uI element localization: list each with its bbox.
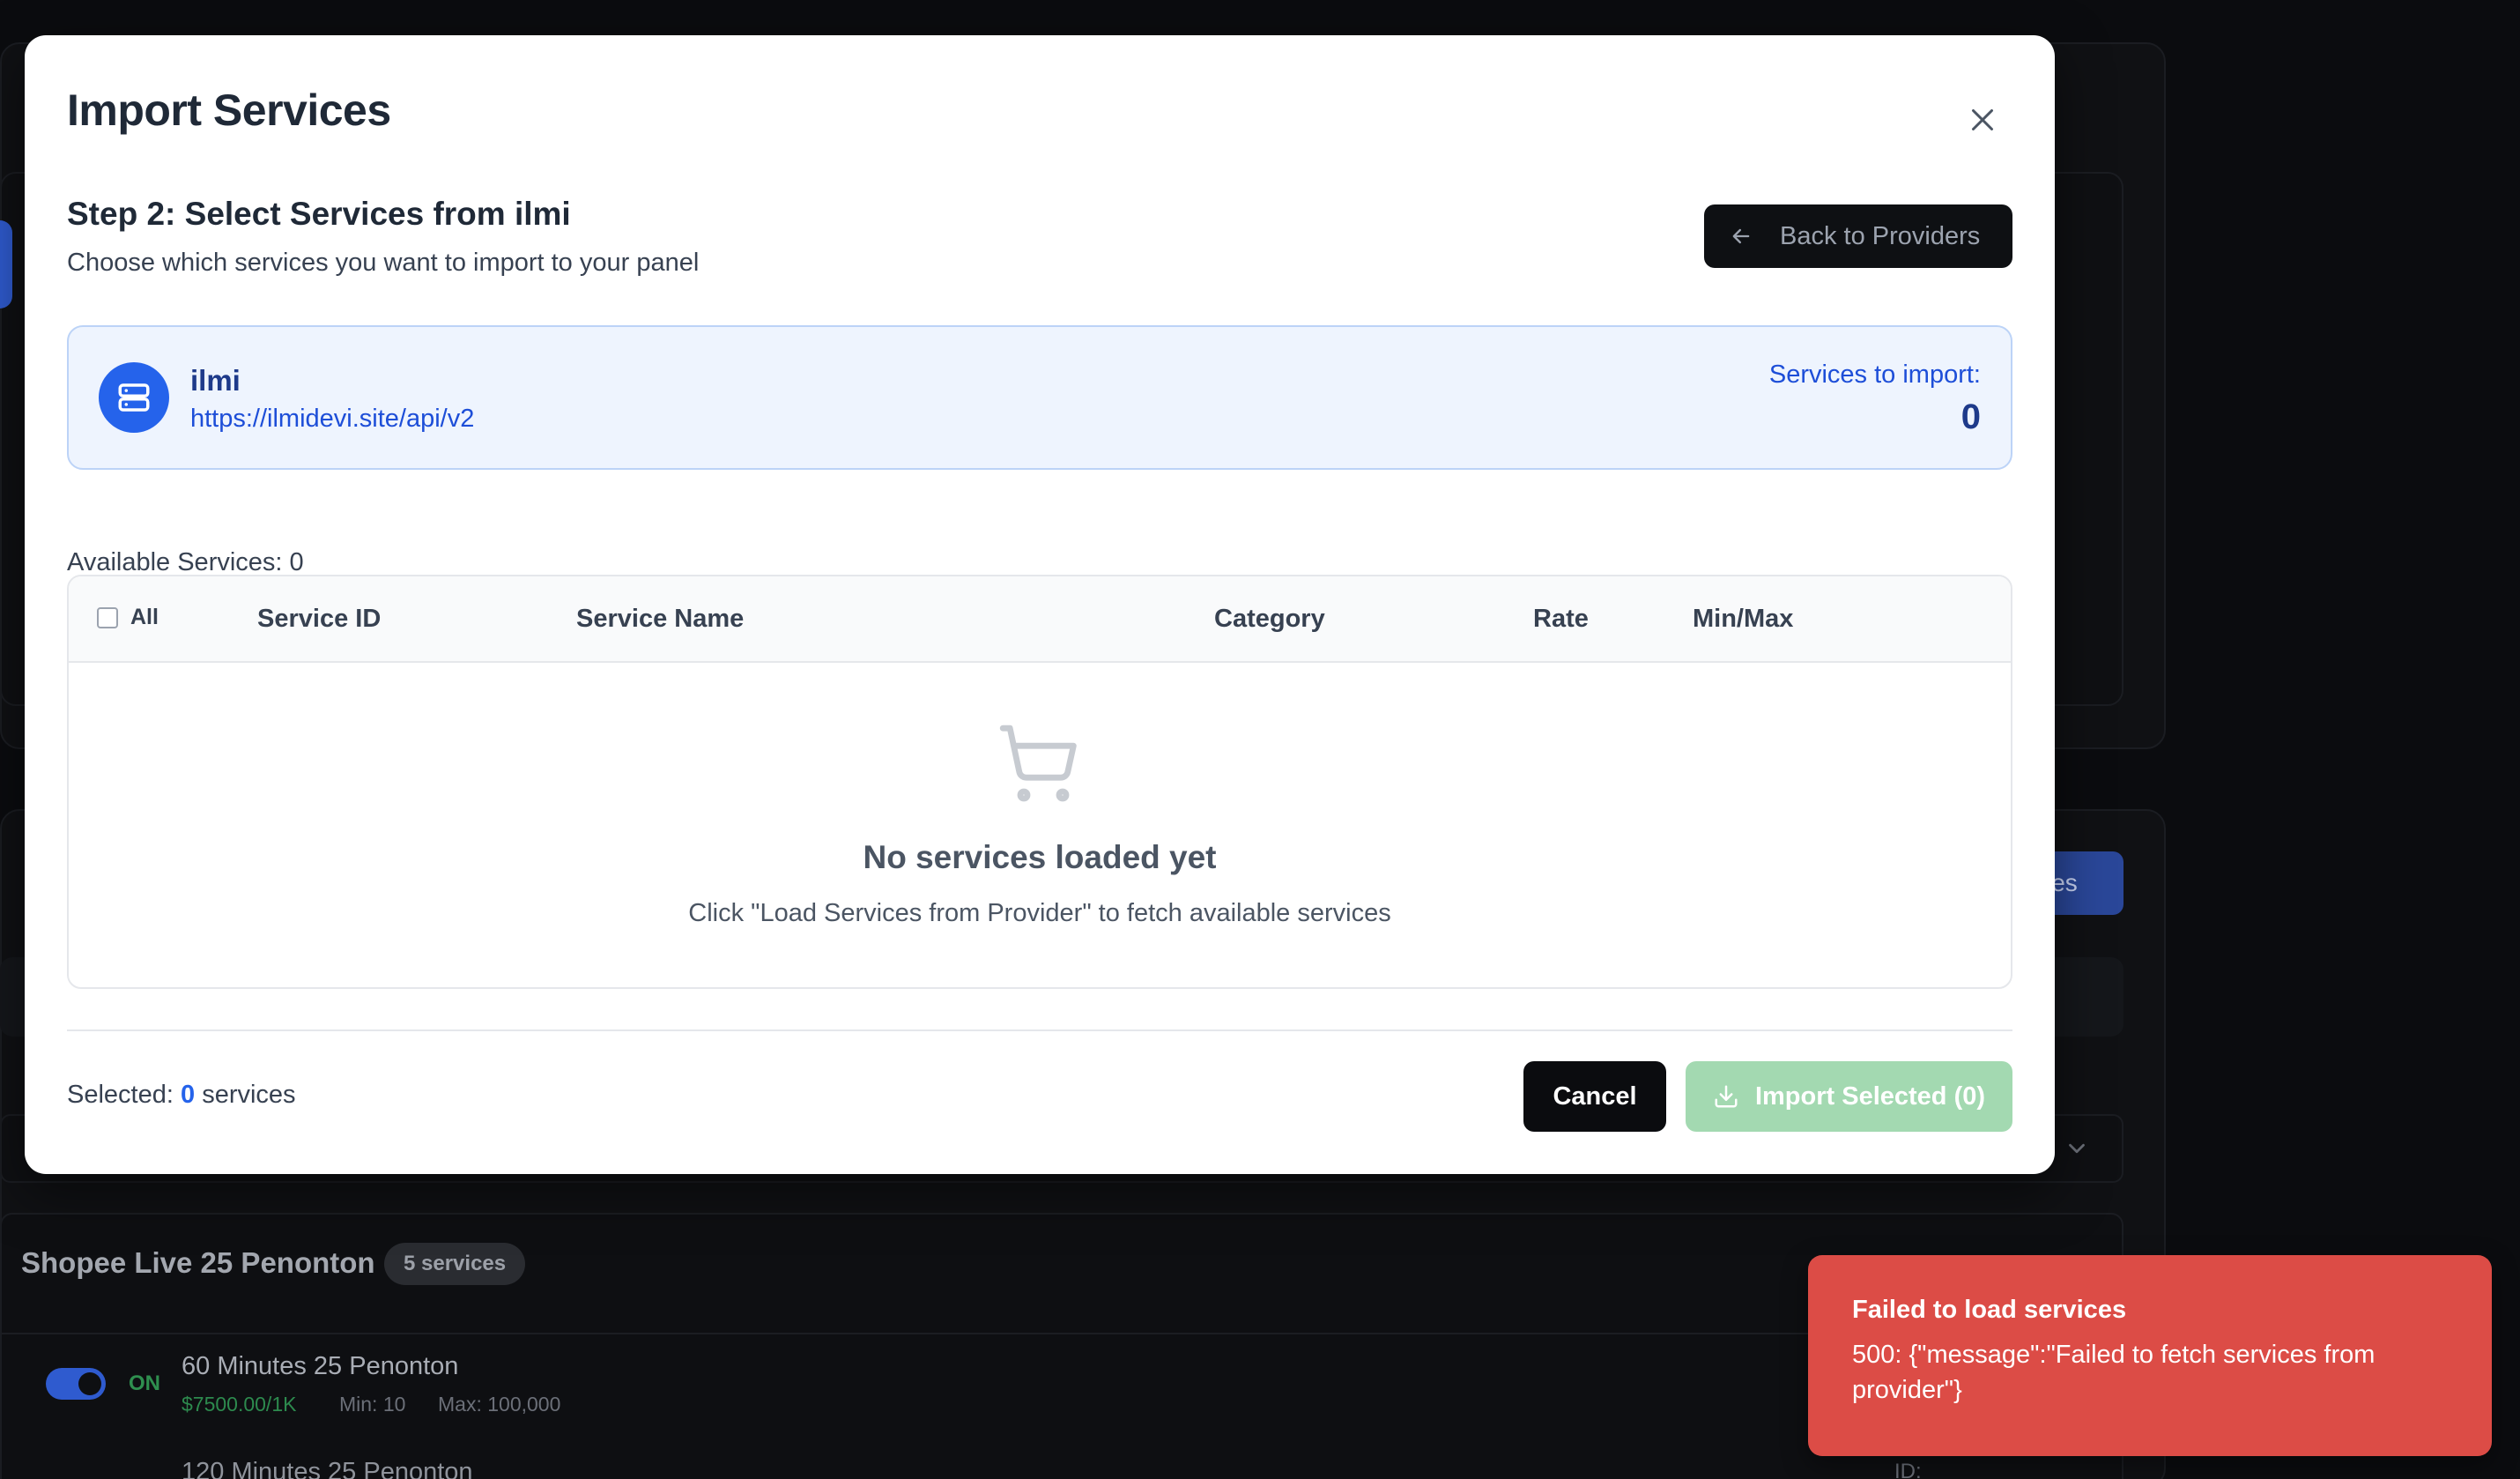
background-avatar [0, 220, 12, 308]
close-icon [1972, 109, 1993, 130]
background-service-name: 60 Minutes 25 Penonton [182, 1352, 459, 1380]
background-service-name-2: 120 Minutes 25 Penonton [182, 1458, 473, 1479]
background-service-id: ID: [1894, 1460, 1922, 1479]
background-service-max: Max: 100,000 [438, 1393, 561, 1416]
select-all-label: All [130, 605, 159, 629]
download-icon [1715, 1085, 1738, 1108]
selected-count-text: Selected: 0 services [67, 1081, 296, 1110]
empty-state-subtitle: Click "Load Services from Provider" to f… [688, 899, 1391, 927]
provider-info-card: ilmi https://ilmidevi.site/api/v2 Servic… [67, 325, 2012, 470]
selected-suffix: services [202, 1081, 296, 1109]
background-service-toggle[interactable] [46, 1368, 106, 1400]
footer-divider [67, 1029, 2012, 1031]
background-group-title[interactable]: Shopee Live 25 Penonton [21, 1246, 375, 1280]
back-to-providers-button[interactable]: Back to Providers [1704, 204, 2012, 268]
import-selected-button[interactable]: Import Selected (0) [1686, 1061, 2012, 1132]
back-to-providers-label: Back to Providers [1780, 221, 1981, 250]
select-all[interactable]: All [97, 605, 159, 630]
background-status-on: ON [129, 1371, 160, 1395]
cart-icon [996, 721, 1080, 810]
services-to-import-count: 0 [1960, 398, 1981, 436]
select-all-checkbox[interactable] [97, 606, 118, 628]
provider-name: ilmi [190, 364, 241, 397]
arrow-left-icon [1732, 228, 1750, 244]
chevron-down-icon [2069, 1143, 2085, 1154]
services-to-import-label: Services to import: [1768, 360, 1981, 389]
error-toast[interactable]: Failed to load services 500: {"message":… [1808, 1255, 2492, 1456]
provider-url: https://ilmidevi.site/api/v2 [190, 405, 475, 433]
column-min-max: Min/Max [1693, 605, 1794, 633]
close-button[interactable] [1954, 92, 2011, 148]
column-service-id: Service ID [257, 605, 382, 633]
column-service-name: Service Name [576, 605, 745, 633]
modal-title: Import Services [67, 85, 391, 135]
background-service-price: $7500.00/1K [182, 1393, 297, 1416]
table-header: All Service ID Service Name Category Rat… [69, 576, 2011, 663]
services-table-frame: All Service ID Service Name Category Rat… [67, 575, 2012, 989]
step-title: Step 2: Select Services from ilmi [67, 196, 571, 232]
background-group-badge: 5 services [384, 1243, 526, 1285]
available-services-count: Available Services: 0 [67, 548, 304, 576]
column-rate: Rate [1533, 605, 1589, 633]
server-icon [99, 362, 169, 433]
toast-message: 500: {"message":"Failed to fetch service… [1852, 1341, 2375, 1404]
background-service-min: Min: 10 [339, 1393, 406, 1416]
import-selected-label: Import Selected (0) [1754, 1081, 1986, 1111]
step-subtitle: Choose which services you want to import… [67, 249, 700, 277]
empty-state-title: No services loaded yet [863, 839, 1217, 875]
selected-prefix: Selected: [67, 1081, 174, 1109]
cancel-button[interactable]: Cancel [1523, 1061, 1666, 1132]
selected-count: 0 [180, 1081, 196, 1109]
background-row-divider [0, 1333, 2123, 1334]
column-category: Category [1214, 605, 1325, 633]
toast-title: Failed to load services [1852, 1296, 2127, 1324]
